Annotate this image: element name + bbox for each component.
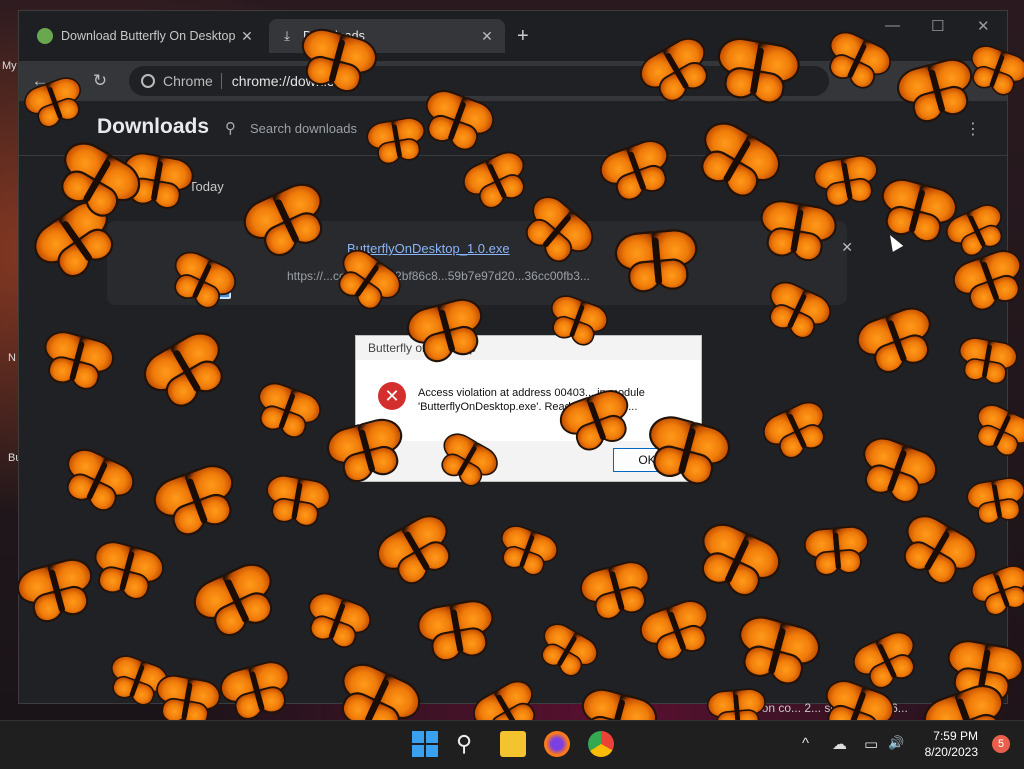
taskbar: ⚲ ^ ☁ ▭ 🔊 7:59 PM 8/20/2023 5 xyxy=(0,720,1024,769)
browser-toolbar: ← → ↻ Chrome chrome://downloads xyxy=(19,61,1007,101)
close-window-button[interactable]: ✕ xyxy=(977,17,990,35)
date-heading: Today xyxy=(189,179,224,194)
clock[interactable]: 7:59 PM 8/20/2023 xyxy=(925,728,978,760)
remove-download-icon[interactable]: ✕ xyxy=(841,239,853,256)
download-icon: ⤓ xyxy=(284,28,290,43)
chrome-logo-icon xyxy=(141,74,155,88)
more-options-icon[interactable]: ⋮ xyxy=(965,119,981,139)
error-message: Access violation at address 00403... in … xyxy=(418,387,645,413)
file-icon xyxy=(205,275,231,299)
start-icon[interactable] xyxy=(412,731,438,757)
reload-button[interactable]: ↻ xyxy=(85,71,115,91)
new-tab-button[interactable]: + xyxy=(517,25,529,48)
omnibox-chip: Chrome xyxy=(163,73,213,89)
download-filename-link[interactable]: ButterflyOnDesktop_1.0.exe xyxy=(347,241,510,256)
address-bar[interactable]: Chrome chrome://downloads xyxy=(129,66,829,96)
download-source-url[interactable]: https://...com/soft32/2bf86c8...59b7e97d… xyxy=(287,269,590,283)
search-icon[interactable]: ⚲ xyxy=(456,731,482,757)
minimize-button[interactable]: — xyxy=(885,17,900,34)
forward-button[interactable]: → xyxy=(55,71,85,91)
page-title: Downloads xyxy=(97,115,210,138)
back-button[interactable]: ← xyxy=(25,71,55,91)
status-bar-url: ...ation co... 2... se.230520-16... xyxy=(739,701,908,715)
tab-strip: Download Butterfly On Desktop ✕ ⤓ Downlo… xyxy=(19,11,1007,61)
search-input[interactable]: Search downloads xyxy=(250,121,357,136)
firefox-icon[interactable] xyxy=(544,731,570,757)
clock-date: 8/20/2023 xyxy=(924,745,978,759)
desktop-icon-label[interactable]: N xyxy=(8,352,16,364)
dialog-body: ✕ Access violation at address 00403... i… xyxy=(356,360,701,441)
search-downloads-field[interactable]: ⚲ Search downloads xyxy=(215,110,775,146)
tray-overflow-chevron-icon[interactable]: ^ xyxy=(802,735,809,752)
maximize-button[interactable]: ☐ xyxy=(931,17,944,35)
tab-butterfly-download[interactable]: Download Butterfly On Desktop ✕ xyxy=(27,19,265,53)
omnibox-separator xyxy=(220,73,222,89)
notification-badge[interactable]: 5 xyxy=(992,735,1010,753)
tab-close-icon[interactable]: ✕ xyxy=(479,28,495,45)
downloads-header: Downloads ⚲ Search downloads ⋮ xyxy=(19,101,1007,156)
onedrive-icon[interactable]: ☁ xyxy=(832,735,847,753)
clock-time: 7:59 PM xyxy=(933,729,978,743)
error-icon: ✕ xyxy=(378,382,406,410)
tab-title: Download Butterfly On Desktop xyxy=(61,29,236,43)
download-item-card: ButterflyOnDesktop_1.0.exe https://...co… xyxy=(107,221,853,305)
chrome-icon[interactable] xyxy=(588,731,614,757)
butterfly-site-favicon-icon xyxy=(37,28,53,44)
tab-title: Downloads xyxy=(303,29,365,43)
ok-button[interactable]: OK xyxy=(613,448,681,472)
error-dialog: Butterfly on Desktop ✕ Access violation … xyxy=(355,335,702,482)
tab-downloads[interactable]: ⤓ Downloads ✕ xyxy=(269,19,505,53)
volume-icon[interactable]: 🔊 xyxy=(888,735,904,751)
url-text[interactable]: chrome://downloads xyxy=(232,73,357,89)
tab-close-icon[interactable]: ✕ xyxy=(239,28,255,45)
dialog-title: Butterfly on Desktop xyxy=(368,341,477,355)
search-icon: ⚲ xyxy=(225,120,236,137)
file-explorer-icon[interactable] xyxy=(500,731,526,757)
desktop-icon-label[interactable]: My xyxy=(2,60,17,72)
network-icon[interactable]: ▭ xyxy=(864,735,878,753)
